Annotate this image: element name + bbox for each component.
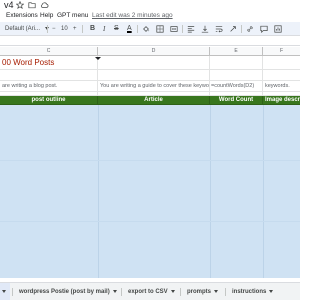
text-rotation-icon[interactable] — [229, 25, 237, 33]
column-header-c[interactable]: C — [0, 47, 98, 56]
prompt-cell[interactable]: You are writing a guide to cover these k… — [98, 81, 210, 91]
font-size-value[interactable]: 10 — [61, 22, 68, 36]
sheet-grid[interactable]: C D E F 00 Word Posts are writing a blog… — [0, 47, 300, 278]
row-divider — [0, 221, 300, 222]
tab-instructions[interactable]: instructions — [232, 283, 274, 300]
column-divider — [263, 105, 264, 278]
toolbar-divider — [82, 25, 83, 33]
tab-divider — [180, 288, 181, 296]
tab-prompts[interactable]: prompts — [187, 283, 218, 300]
merge-cells-icon[interactable] — [170, 25, 178, 33]
folder-icon[interactable] — [28, 1, 36, 9]
tab-label: export to CSV — [128, 289, 168, 295]
empty-cell[interactable] — [263, 56, 300, 69]
empty-cell[interactable] — [0, 92, 98, 95]
formula-cell[interactable]: =countWords(D2) — [210, 81, 263, 91]
menu-help[interactable]: Help — [40, 11, 53, 21]
text-color-button[interactable]: A — [127, 22, 132, 36]
toolbar-divider — [241, 25, 242, 33]
column-header-d[interactable]: D — [98, 47, 210, 56]
tab-active-sheet[interactable] — [0, 283, 10, 300]
prompt-cell[interactable]: are writing a blog post. — [0, 81, 98, 91]
empty-cell[interactable] — [98, 92, 210, 95]
header-image-description[interactable]: Image descript — [263, 96, 300, 104]
table-header-row: post outline Article Word Count Image de… — [0, 96, 300, 105]
empty-cell[interactable] — [263, 70, 300, 80]
prompt-cell[interactable]: keywords. — [263, 81, 300, 91]
table-row — [0, 70, 300, 81]
column-header-f[interactable]: F — [263, 47, 300, 56]
star-icon[interactable] — [16, 1, 24, 9]
chevron-down-icon — [269, 289, 274, 293]
bold-button[interactable]: B — [90, 22, 95, 36]
font-size-increase-button[interactable]: + — [73, 22, 77, 36]
sheet-tab-bar: wordpress Postie (post by mail) export t… — [0, 282, 300, 300]
chevron-down-icon — [112, 289, 117, 293]
empty-cell[interactable] — [98, 70, 210, 80]
table-row: 00 Word Posts — [0, 56, 300, 70]
formula-bar[interactable] — [0, 36, 300, 46]
column-divider — [98, 105, 99, 278]
chevron-down-icon — [170, 289, 175, 293]
toolbar-divider — [47, 25, 48, 33]
strikethrough-button[interactable]: S — [114, 22, 119, 36]
empty-cell[interactable] — [0, 70, 98, 80]
font-family-value: Default (Ari... — [5, 26, 41, 32]
tab-divider — [225, 288, 226, 296]
toolbar-divider — [137, 25, 138, 33]
italic-button[interactable]: I — [103, 22, 105, 36]
link-icon[interactable] — [246, 25, 254, 33]
empty-cell[interactable] — [210, 92, 263, 95]
comment-icon[interactable] — [260, 25, 268, 34]
empty-cell[interactable] — [98, 56, 210, 69]
font-size-decrease-button[interactable]: − — [52, 22, 56, 36]
menu-gpt[interactable]: GPT menu — [57, 11, 88, 21]
borders-icon[interactable] — [156, 25, 164, 33]
header-article[interactable]: Article — [98, 96, 210, 104]
toolbar: Default (Ari... − 10 + B I S A — [0, 22, 300, 36]
menu-bar: Extensions Help GPT menu Last edit was 2… — [0, 11, 300, 21]
chevron-down-icon — [214, 289, 218, 293]
chevron-down-icon — [95, 57, 101, 60]
fill-color-icon[interactable] — [142, 25, 150, 33]
data-region[interactable] — [0, 105, 300, 278]
empty-cell[interactable] — [210, 56, 263, 69]
toolbar-divider — [182, 25, 183, 33]
align-left-icon[interactable] — [187, 25, 195, 33]
menu-extensions[interactable]: Extensions — [6, 11, 38, 21]
document-title[interactable]: v4 — [4, 1, 14, 10]
header-word-count[interactable]: Word Count — [210, 96, 263, 104]
row-divider — [0, 160, 300, 161]
sheet-title-cell[interactable]: 00 Word Posts — [0, 56, 98, 69]
empty-cell[interactable] — [263, 92, 300, 95]
column-header-row: C D E F — [0, 47, 300, 56]
column-header-e[interactable]: E — [210, 47, 263, 56]
font-family-select[interactable]: Default (Ari... — [5, 22, 49, 36]
tab-divider — [12, 288, 13, 296]
text-wrap-icon[interactable] — [215, 25, 223, 33]
table-row: are writing a blog post. You are writing… — [0, 81, 300, 92]
column-divider — [210, 105, 211, 278]
tab-wordpress-postie[interactable]: wordpress Postie (post by mail) — [19, 283, 117, 300]
tab-label: instructions — [232, 289, 267, 295]
title-bar: v4 — [0, 0, 300, 10]
tab-label: wordpress Postie (post by mail) — [19, 289, 110, 295]
empty-cell[interactable] — [210, 70, 263, 80]
tab-export-to-csv[interactable]: export to CSV — [128, 283, 175, 300]
chevron-down-icon — [2, 289, 6, 293]
last-edit-link[interactable]: Last edit was 2 minutes ago — [92, 11, 173, 21]
header-post-outline[interactable]: post outline — [0, 96, 98, 104]
valign-bottom-icon[interactable] — [201, 25, 209, 33]
chart-icon[interactable] — [274, 25, 282, 33]
tab-divider — [121, 288, 122, 296]
tab-label: prompts — [187, 289, 211, 295]
cloud-icon[interactable] — [40, 1, 49, 9]
